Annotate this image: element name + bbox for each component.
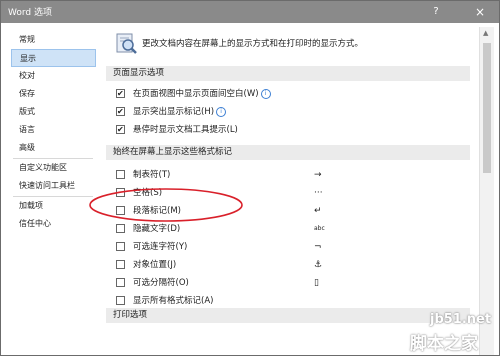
checkbox[interactable]: [116, 242, 125, 251]
nav-item-save[interactable]: 保存: [11, 85, 96, 103]
nav-item-quick-access-toolbar[interactable]: 快速访问工具栏: [11, 177, 96, 195]
hidden-text-icon: abc: [314, 225, 325, 232]
optional-hyphen-icon: ¬: [314, 242, 322, 252]
nav-item-layout[interactable]: 版式: [11, 103, 96, 121]
nav-item-language[interactable]: 语言: [11, 121, 96, 139]
checkbox[interactable]: [116, 278, 125, 287]
section-page-display: 页面显示选项: [106, 66, 470, 81]
checkbox[interactable]: [116, 224, 125, 233]
section-formatting-marks: 始终在屏幕上显示这些格式标记: [106, 145, 470, 160]
nav-item-proofing[interactable]: 校对: [11, 67, 96, 85]
window-title: Word 选项: [8, 8, 52, 18]
site-watermark: jb51.net 脚本之家: [410, 312, 498, 354]
checkbox[interactable]: [116, 87, 125, 101]
word-options-dialog: Word 选项 ? × 常规 显示 校对 保存 版式 语言 高级 自定义功能区 …: [0, 0, 500, 356]
tab-arrow-icon: →: [314, 170, 322, 180]
paragraph-mark-icon: ↵: [314, 206, 322, 216]
scrollbar-thumb[interactable]: [483, 43, 491, 173]
red-annotation-ellipse: [89, 188, 243, 222]
info-icon: i: [216, 106, 227, 117]
help-button[interactable]: ?: [427, 4, 445, 20]
nav-item-display[interactable]: 显示: [11, 49, 96, 67]
magnifier-document-icon: [116, 33, 137, 54]
anchor-icon: ⚓: [314, 260, 323, 270]
option-label: 悬停时显示文档工具提示(L): [133, 125, 238, 135]
nav-item-customize-ribbon[interactable]: 自定义功能区: [11, 159, 96, 177]
watermark-site-name: 脚本之家: [410, 334, 478, 354]
title-bar: Word 选项 ? ×: [1, 1, 499, 23]
checkbox[interactable]: [116, 260, 125, 269]
space-dots-icon: ···: [314, 188, 323, 198]
checkbox[interactable]: [116, 170, 125, 179]
nav-item-add-ins[interactable]: 加载项: [11, 197, 96, 215]
option-label: 隐藏文字(D): [133, 224, 181, 234]
scroll-up-arrow-icon[interactable]: ▲: [483, 29, 488, 37]
option-label: 可选连字符(Y): [133, 242, 188, 252]
nav-item-advanced[interactable]: 高级: [11, 139, 96, 157]
option-label: 对象位置(J): [133, 260, 177, 270]
option-label: 制表符(T): [133, 170, 171, 180]
nav-item-general[interactable]: 常规: [11, 31, 96, 49]
checkbox[interactable]: [116, 123, 125, 137]
option-label: 可选分隔符(O): [133, 278, 189, 288]
close-button[interactable]: ×: [471, 4, 489, 20]
option-label: 显示突出显示标记(H): [133, 107, 215, 117]
vertical-scrollbar[interactable]: ▲: [479, 27, 494, 355]
options-navigation: 常规 显示 校对 保存 版式 语言 高级 自定义功能区 快速访问工具栏 加载项 …: [11, 31, 96, 331]
watermark-domain: jb51.net: [430, 312, 492, 327]
option-label: 显示所有格式标记(A): [133, 296, 214, 306]
intro-description: 更改文档内容在屏幕上的显示方式和在打印时的显示方式。: [142, 39, 364, 49]
option-label: 在页面视图中显示页面间空白(W): [133, 89, 259, 99]
info-icon: i: [260, 88, 271, 99]
nav-item-trust-center[interactable]: 信任中心: [11, 215, 96, 233]
checkbox[interactable]: [116, 296, 125, 305]
checkbox[interactable]: [116, 105, 125, 119]
optional-break-icon: ▯: [314, 278, 319, 288]
